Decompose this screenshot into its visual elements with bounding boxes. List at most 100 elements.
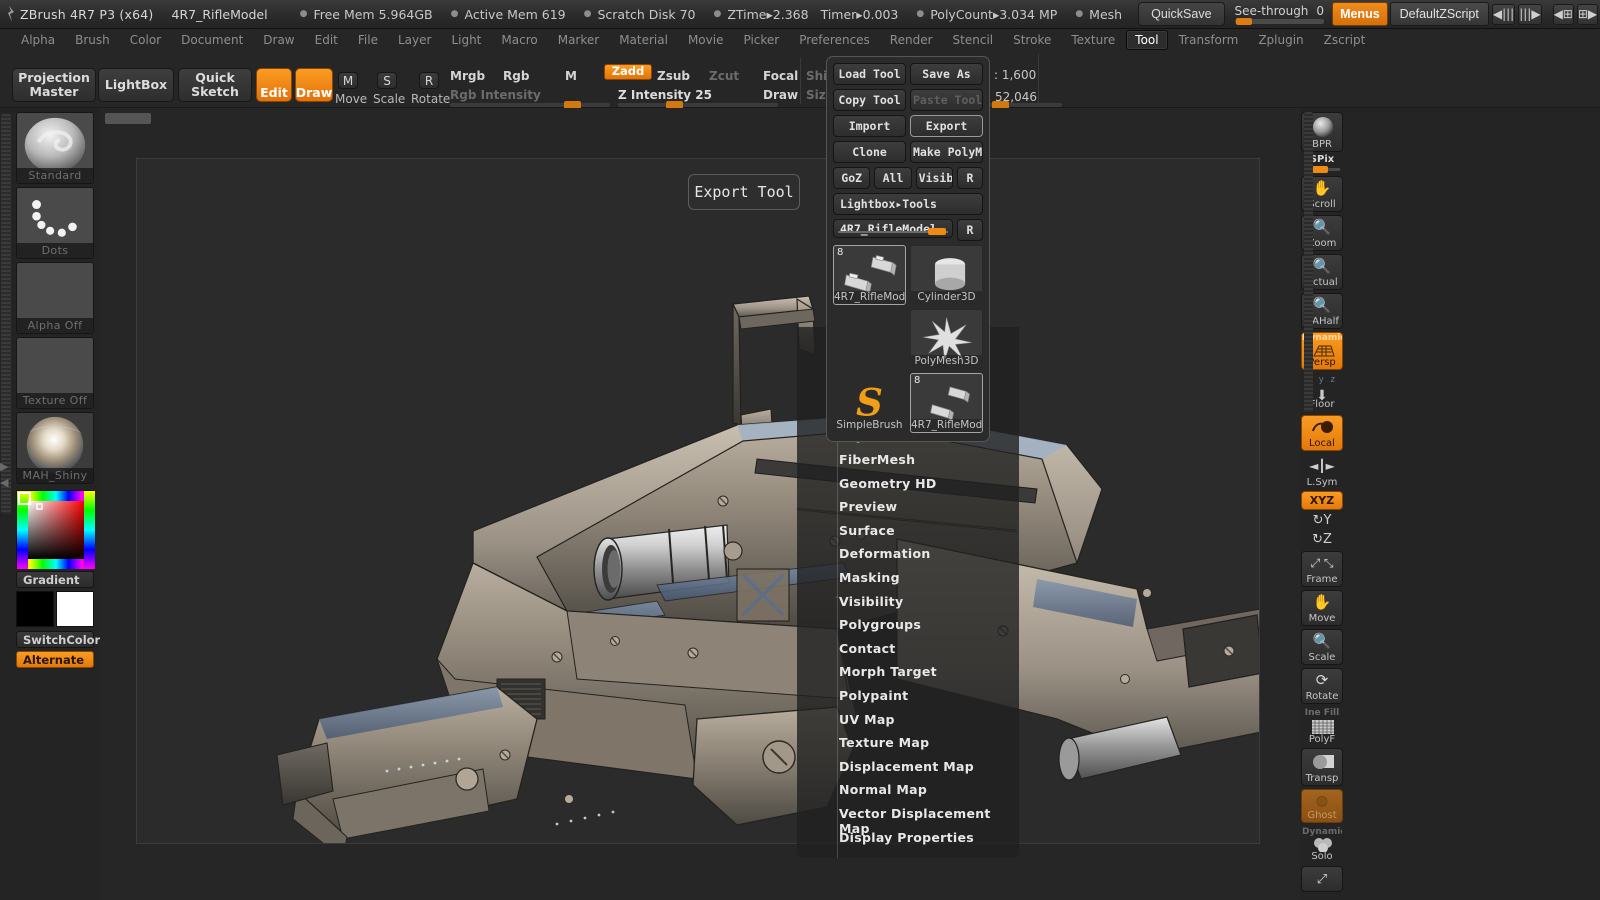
menu-item-alpha[interactable]: Alpha xyxy=(12,30,64,50)
texture-swatch[interactable]: Texture Off xyxy=(16,337,94,409)
tool-thumb-cylinder3d[interactable]: Cylinder3D xyxy=(910,245,983,305)
menu-item-texture[interactable]: Texture xyxy=(1062,30,1124,50)
model-viewport[interactable] xyxy=(137,159,1259,843)
menu-item-stroke[interactable]: Stroke xyxy=(1004,30,1060,50)
subpalette-polygroups[interactable]: Polygroups xyxy=(839,617,921,632)
tool-clone-button[interactable]: Clone xyxy=(833,141,906,163)
draw-size-row-label[interactable]: Draw xyxy=(763,88,798,102)
menu-item-macro[interactable]: Macro xyxy=(492,30,546,50)
move-button[interactable]: ✋ Move xyxy=(1301,590,1343,626)
tool-goz-button[interactable]: GoZ xyxy=(833,167,871,189)
z-rotate-icon[interactable]: ↻Z xyxy=(1301,532,1343,547)
left-tray-scroll-grip[interactable] xyxy=(1,114,11,514)
quick-sketch-button[interactable]: Quick Sketch xyxy=(178,68,252,102)
rgb-intensity-label[interactable]: Rgb Intensity xyxy=(450,88,541,102)
rgb-button[interactable]: Rgb xyxy=(503,69,529,83)
polyf-button[interactable]: Ine Fill PolyF xyxy=(1301,707,1343,747)
menu-item-document[interactable]: Document xyxy=(172,30,252,50)
zadd-button[interactable]: Zadd xyxy=(604,64,652,80)
menu-item-draw[interactable]: Draw xyxy=(254,30,303,50)
lightbox-button[interactable]: LightBox xyxy=(98,68,174,102)
frame-button[interactable]: ⤢ ⤡ Frame xyxy=(1301,551,1343,587)
tool-thumbnail-grid[interactable]: 8 4R7_RifleModel Cyl xyxy=(833,245,983,433)
menu-item-edit[interactable]: Edit xyxy=(306,30,347,50)
color-picker[interactable] xyxy=(16,490,95,569)
stroke-swatch[interactable]: Dots xyxy=(16,187,94,259)
ghost-button[interactable]: ◍ Ghost xyxy=(1301,789,1343,823)
subpalette-display-properties[interactable]: Display Properties xyxy=(839,830,974,845)
menu-item-brush[interactable]: Brush xyxy=(66,30,119,50)
window-prev-icon[interactable]: ◀⊞ xyxy=(1552,3,1574,25)
menu-item-marker[interactable]: Marker xyxy=(549,30,608,50)
current-tool-knob[interactable] xyxy=(928,228,946,235)
scale-glyph-icon[interactable]: S xyxy=(377,72,397,89)
menu-item-zscript[interactable]: Zscript xyxy=(1315,30,1375,50)
tool-copy-tool-button[interactable]: Copy Tool xyxy=(833,89,906,111)
rgb-intensity-slider[interactable] xyxy=(450,101,610,109)
zcut-button[interactable]: Zcut xyxy=(709,69,739,83)
switchcolor-button[interactable]: SwitchColor xyxy=(16,631,100,648)
tool-thumb-polymesh3d[interactable]: PolyMesh3D xyxy=(910,309,983,369)
move-label[interactable]: Move xyxy=(335,92,367,106)
menus-button[interactable]: Menus xyxy=(1332,2,1388,26)
zscript-button[interactable]: DefaultZScript xyxy=(1389,2,1489,26)
menu-item-material[interactable]: Material xyxy=(610,30,677,50)
tool-lightbox-tools-button[interactable]: Lightbox▸Tools xyxy=(833,193,983,215)
menu-item-stencil[interactable]: Stencil xyxy=(944,30,1003,50)
subpalette-preview[interactable]: Preview xyxy=(839,499,897,514)
left-tray-expand-icon[interactable]: ◀ xyxy=(0,476,12,489)
document-tab[interactable] xyxy=(105,113,151,124)
menu-item-color[interactable]: Color xyxy=(121,30,170,50)
focal-label[interactable]: Focal xyxy=(763,69,798,83)
tool-r-button[interactable]: R xyxy=(956,167,983,189)
subpalette-morph-target[interactable]: Morph Target xyxy=(839,664,937,679)
zsub-button[interactable]: Zsub xyxy=(657,69,690,83)
tool-thumb-simplebrush[interactable]: S SimpleBrush xyxy=(833,373,906,433)
subpalette-deformation[interactable]: Deformation xyxy=(839,546,931,561)
zscript-next-icon[interactable]: |||▶ xyxy=(1518,3,1542,25)
subpalette-texture-map[interactable]: Texture Map xyxy=(839,735,929,750)
zscript-prev-icon[interactable]: ◀||| xyxy=(1491,3,1516,25)
alpha-swatch[interactable]: Alpha Off xyxy=(16,262,94,334)
menu-item-render[interactable]: Render xyxy=(881,30,942,50)
main-color-swatch[interactable] xyxy=(16,591,54,627)
material-swatch[interactable]: MAH_Shiny xyxy=(16,412,94,484)
tool-slider-row[interactable]: 4R7_RifleModel. 48 R xyxy=(833,219,983,241)
lsym-button[interactable]: ◄┃► L.Sym xyxy=(1301,454,1343,490)
menu-item-layer[interactable]: Layer xyxy=(389,30,440,50)
canvas-area[interactable] xyxy=(100,108,1300,900)
menu-item-movie[interactable]: Movie xyxy=(679,30,733,50)
rotate-label[interactable]: Rotate xyxy=(411,92,450,106)
rotate-glyph-icon[interactable]: R xyxy=(419,72,439,89)
subpalette-visibility[interactable]: Visibility xyxy=(839,594,903,609)
subpalette-polypaint[interactable]: Polypaint xyxy=(839,688,908,703)
quicksave-button[interactable]: QuickSave xyxy=(1138,2,1225,26)
subpalette-uv-map[interactable]: UV Map xyxy=(839,712,895,727)
tool-thumb-rifle[interactable]: 8 4R7_RifleModel xyxy=(833,245,906,305)
brush-swatch[interactable]: Standard xyxy=(16,112,94,184)
tool-slider-r-button[interactable]: R xyxy=(957,219,983,241)
local-button[interactable]: Local xyxy=(1301,415,1343,451)
projection-master-button[interactable]: Projection Master xyxy=(12,68,96,102)
document-frame[interactable] xyxy=(136,158,1260,844)
xyz-button[interactable]: XYZ xyxy=(1301,491,1343,510)
subpalette-masking[interactable]: Masking xyxy=(839,570,900,585)
move-glyph-icon[interactable]: M xyxy=(338,72,358,89)
see-through-knob[interactable] xyxy=(1235,18,1252,25)
z-intensity-label[interactable]: Z Intensity 25 xyxy=(618,88,712,102)
subpalette-fibermesh[interactable]: FiberMesh xyxy=(839,452,915,467)
right-tray-scroll-grip[interactable] xyxy=(1304,112,1313,412)
expand-button[interactable]: ⤢ xyxy=(1301,866,1343,892)
see-through-slider[interactable]: See-through 0 xyxy=(1234,4,1325,25)
tool-all-button[interactable]: All xyxy=(874,167,912,189)
left-tray-collapse-icon[interactable]: ▶ xyxy=(0,460,12,473)
tool-import-button[interactable]: Import xyxy=(833,115,906,137)
tool-palette-popup[interactable]: Load Tool Save As Copy Tool Paste Tool Impor… xyxy=(826,56,990,442)
edit-button[interactable]: Edit xyxy=(256,68,292,102)
alternate-button[interactable]: Alternate xyxy=(16,651,94,668)
secondary-color-swatch[interactable] xyxy=(56,591,94,627)
menu-item-zplugin[interactable]: Zplugin xyxy=(1249,30,1312,50)
tool-thumb-rifle-2[interactable]: 8 4R7_RifleModel xyxy=(910,373,983,433)
menu-item-picker[interactable]: Picker xyxy=(734,30,788,50)
scale-button[interactable]: 🔍 Scale xyxy=(1301,629,1343,665)
